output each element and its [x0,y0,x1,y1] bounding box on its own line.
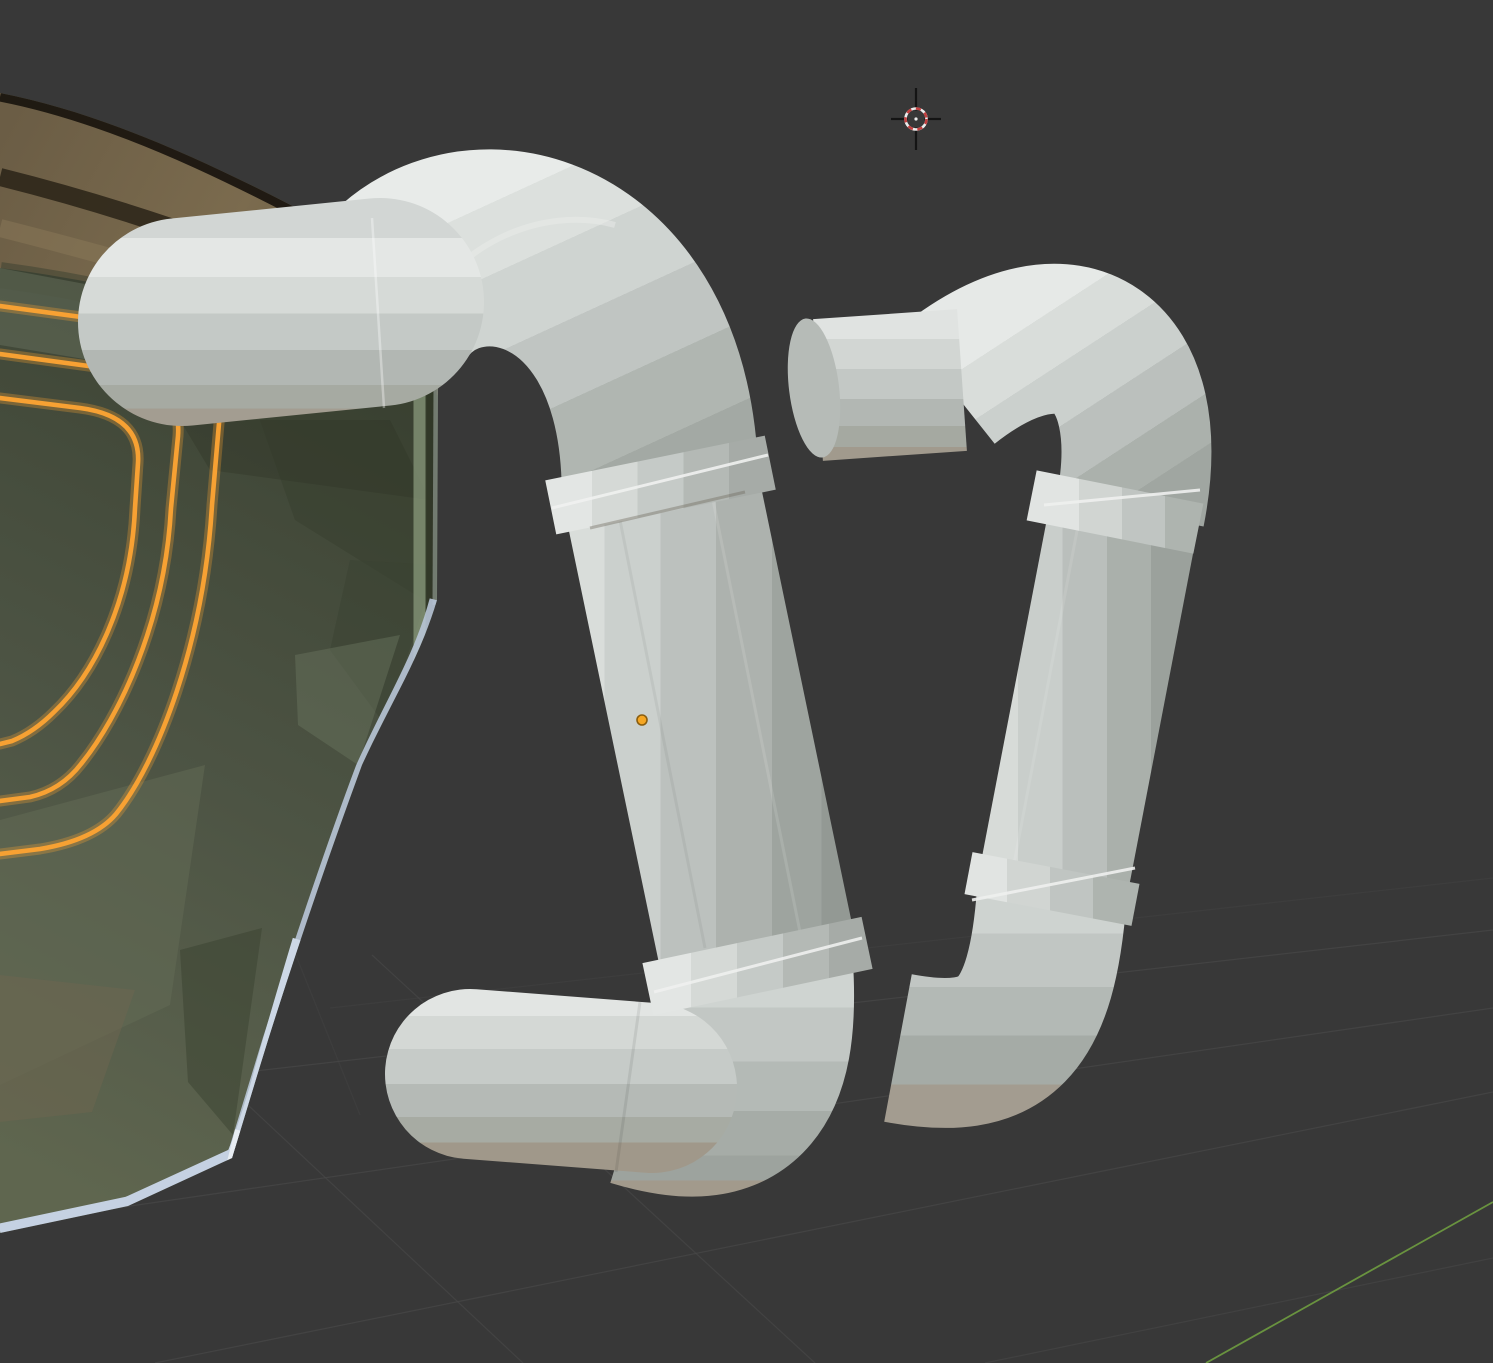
pipe-large-sleeve-left[interactable] [182,302,380,322]
viewport-stage [0,0,1493,1363]
pipe-large-stub-bottom[interactable] [470,1074,652,1088]
pipe-large-ring-upper[interactable] [655,458,666,512]
object-origin-dot[interactable] [637,715,647,725]
pipe-small-ring-bottom[interactable] [1048,868,1056,910]
cursor-center-dot [914,117,917,120]
pipe-small-ring-top[interactable] [1110,487,1120,537]
glass-edge-faint-band [436,385,437,605]
pipe-small-stub-top[interactable] [818,380,962,390]
viewport-canvas[interactable] [0,0,1493,1363]
pipe-large-straight[interactable] [660,485,756,946]
pipe-small-straight[interactable] [1052,505,1126,890]
